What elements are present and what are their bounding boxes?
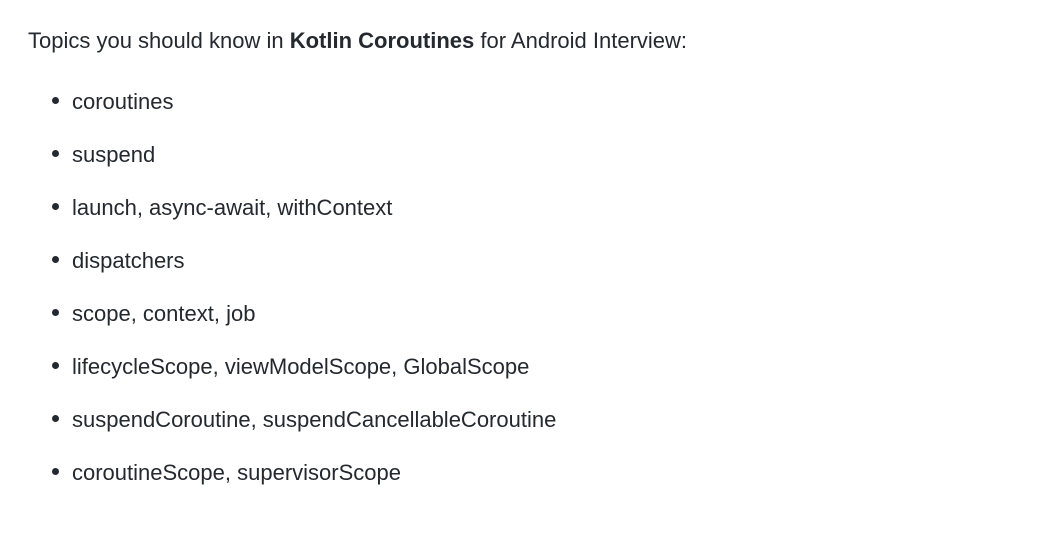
topic-text: suspendCoroutine, suspendCancellableCoro… <box>72 407 556 432</box>
intro-prefix: Topics you should know in <box>28 28 290 53</box>
list-item: coroutines <box>52 85 1024 118</box>
topic-text: dispatchers <box>72 248 185 273</box>
list-item: dispatchers <box>52 244 1024 277</box>
list-item: lifecycleScope, viewModelScope, GlobalSc… <box>52 350 1024 383</box>
list-item: scope, context, job <box>52 297 1024 330</box>
topic-text: suspend <box>72 142 155 167</box>
topic-text: coroutines <box>72 89 174 114</box>
list-item: suspendCoroutine, suspendCancellableCoro… <box>52 403 1024 436</box>
list-item: launch, async-await, withContext <box>52 191 1024 224</box>
topic-text: scope, context, job <box>72 301 255 326</box>
topics-list: coroutines suspend launch, async-await, … <box>28 85 1024 489</box>
intro-paragraph: Topics you should know in Kotlin Corouti… <box>28 24 1024 57</box>
topic-text: launch, async-await, withContext <box>72 195 392 220</box>
intro-bold: Kotlin Coroutines <box>290 28 475 53</box>
list-item: coroutineScope, supervisorScope <box>52 456 1024 489</box>
topic-text: lifecycleScope, viewModelScope, GlobalSc… <box>72 354 529 379</box>
intro-suffix: for Android Interview: <box>474 28 687 53</box>
topic-text: coroutineScope, supervisorScope <box>72 460 401 485</box>
list-item: suspend <box>52 138 1024 171</box>
